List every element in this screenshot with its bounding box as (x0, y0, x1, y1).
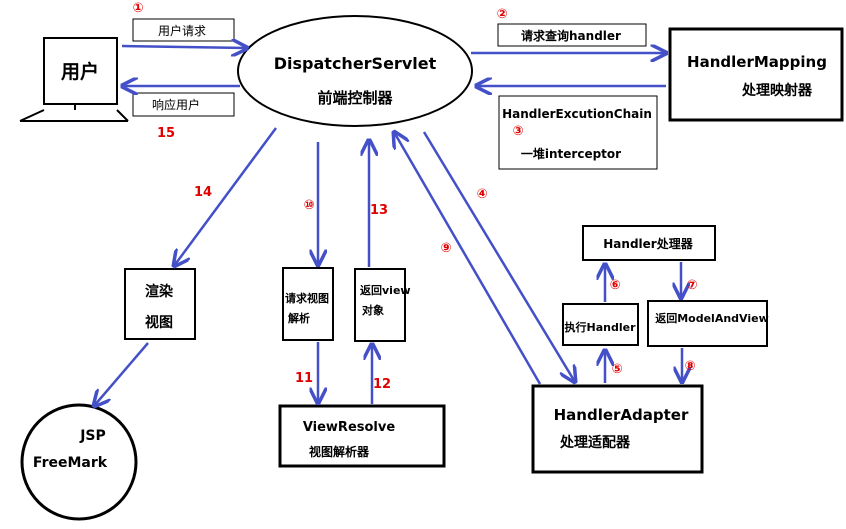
render-view-line2: 视图 (145, 314, 173, 331)
user-label: 用户 (61, 60, 99, 83)
render-view-line1: 渲染 (145, 283, 174, 300)
handler-adapter-subtitle: 处理适配器 (559, 434, 631, 451)
request-view-resolve-line1: 请求视图 (285, 291, 329, 305)
step-13-label: 13 (370, 203, 388, 218)
step-2-label: ② (496, 7, 507, 22)
handler-mapping-title: HandlerMapping (687, 53, 827, 71)
return-mav-label: 返回ModelAndView (655, 311, 769, 325)
step-9-label: ⑨ (440, 241, 451, 256)
step-15-label: 15 (157, 126, 175, 141)
arrow-step-1 (121, 46, 247, 48)
step-1-label: ① (132, 1, 143, 16)
handler-mapping-node (668, 27, 844, 122)
handler-mapping-subtitle: 处理映射器 (741, 82, 813, 99)
return-view-line1: 返回view (360, 283, 411, 297)
springmvc-flow-diagram: 用户 DispatcherServlet 前端控制器 HandlerMappin… (0, 0, 846, 524)
arrow-step-14 (174, 127, 278, 266)
exec-handler-label: 执行Handler (565, 320, 637, 334)
chain-title: HandlerExcutionChain (502, 107, 652, 121)
diagram-canvas: 用户 DispatcherServlet 前端控制器 HandlerMappin… (19, 1, 844, 521)
view-resolver-subtitle: 视图解析器 (309, 444, 370, 459)
step-6-label: ⑥ (609, 278, 620, 293)
return-view-line2: 对象 (362, 303, 384, 317)
step-10-label: ⑩ (303, 198, 314, 213)
handler-label: Handler处理器 (603, 236, 693, 251)
handler-adapter-title: HandlerAdapter (554, 406, 689, 424)
dispatcher-subtitle: 前端控制器 (317, 89, 393, 107)
freemark-label: FreeMark (33, 455, 108, 471)
step-8-label: ⑧ (684, 359, 695, 374)
user-response-label: 响应用户 (152, 97, 200, 112)
step-12-label: 12 (373, 377, 391, 392)
step-7-label: ⑦ (686, 278, 697, 293)
step-14-label: 14 (194, 185, 212, 200)
request-view-resolve-line2: 解析 (288, 311, 310, 325)
step-5-label: ⑤ (611, 362, 622, 377)
handler-adapter-node (531, 384, 704, 474)
view-resolver-title: ViewResolve (303, 420, 396, 435)
arrow-render-output (94, 342, 149, 406)
user-request-label: 用户请求 (158, 23, 206, 38)
arrow-step-9 (394, 132, 542, 385)
request-handler-label: 请求查询handler (521, 28, 621, 43)
chain-subtitle: 一堆interceptor (521, 146, 621, 161)
chain-step-label: ③ (512, 124, 523, 139)
jsp-label: JSP (79, 428, 106, 444)
step-4-label: ④ (476, 187, 487, 202)
step-11-label: 11 (295, 371, 313, 386)
dispatcher-title: DispatcherServlet (274, 54, 437, 73)
